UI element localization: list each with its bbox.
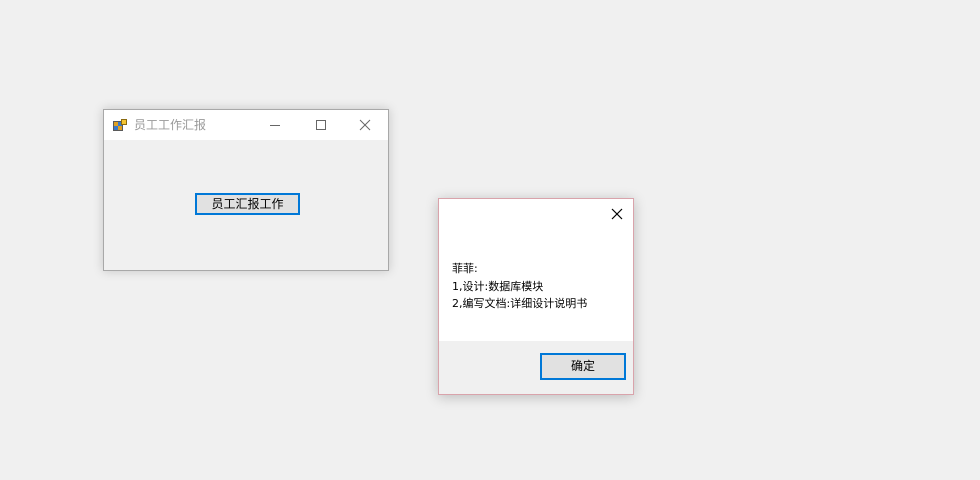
- minimize-button[interactable]: [252, 110, 298, 140]
- close-icon: [611, 208, 623, 220]
- message-text: 菲菲: 1,设计:数据库模块 2,编写文档:详细设计说明书: [452, 260, 587, 313]
- report-work-button[interactable]: 员工汇报工作: [195, 193, 300, 215]
- windows-form-icon: [113, 118, 127, 132]
- close-button[interactable]: [342, 110, 388, 140]
- minimize-icon: [270, 125, 280, 126]
- title-bar[interactable]: 员工工作汇报: [104, 110, 388, 140]
- dialog-close-button[interactable]: [609, 206, 625, 222]
- maximize-button[interactable]: [298, 110, 344, 140]
- close-icon: [359, 119, 371, 131]
- message-box-dialog: 菲菲: 1,设计:数据库模块 2,编写文档:详细设计说明书 确定: [438, 198, 634, 395]
- message-line: 1,设计:数据库模块: [452, 279, 544, 293]
- window-title: 员工工作汇报: [134, 118, 207, 132]
- main-window: 员工工作汇报 员工汇报工作: [103, 109, 389, 271]
- message-line: 菲菲:: [452, 262, 478, 275]
- message-line: 2,编写文档:详细设计说明书: [452, 297, 588, 310]
- maximize-icon: [316, 120, 326, 130]
- ok-button[interactable]: 确定: [540, 353, 626, 380]
- message-area: 菲菲: 1,设计:数据库模块 2,编写文档:详细设计说明书: [439, 199, 633, 341]
